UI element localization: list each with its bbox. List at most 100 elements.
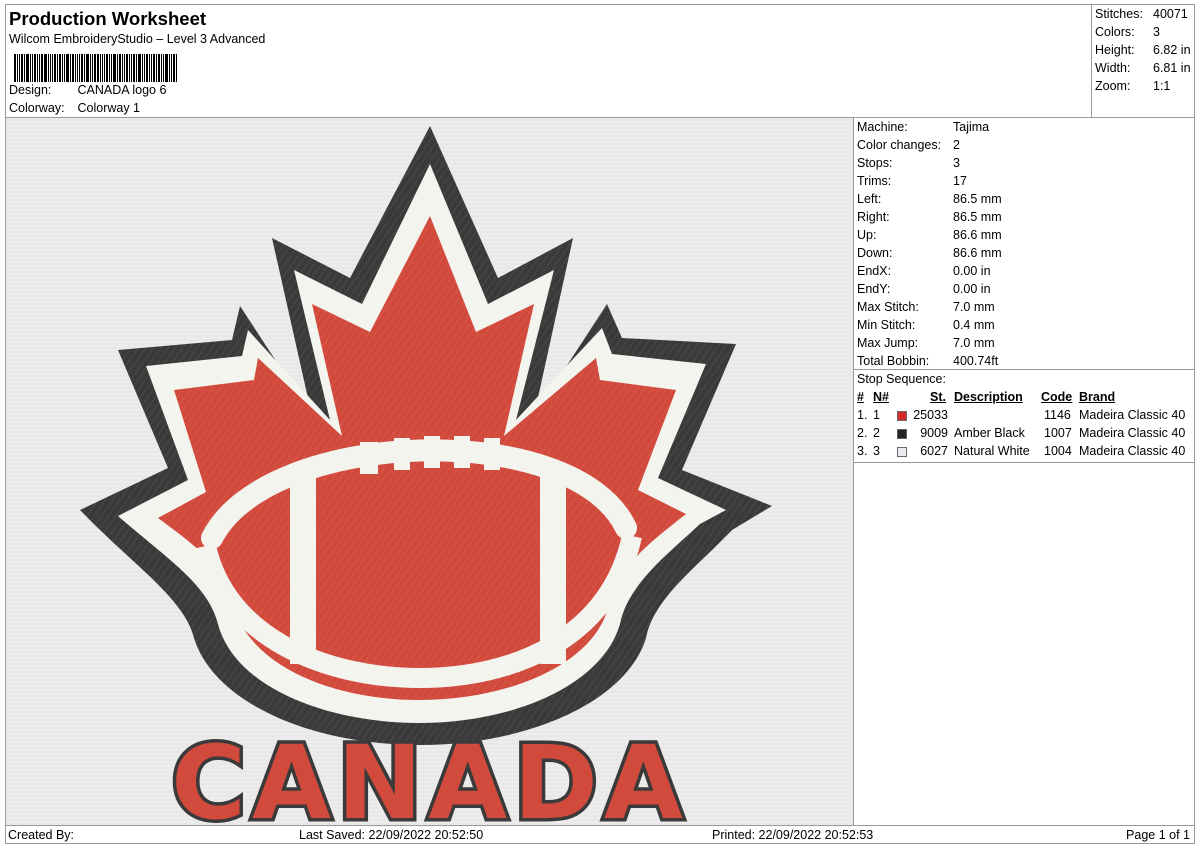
summary-value: 6.82 in — [1153, 43, 1191, 57]
detail-label: Up: — [857, 228, 877, 242]
barcode-bar — [163, 54, 164, 82]
barcode-bar — [21, 54, 23, 82]
detail-label: Min Stitch: — [857, 318, 916, 332]
design-row: Design: CANADA logo 6 — [9, 83, 166, 97]
barcode-bar — [50, 54, 51, 82]
col-description-header: Description — [954, 390, 1023, 404]
summary-label: Stitches: — [1095, 7, 1143, 21]
canada-wordmark: CANADA — [171, 724, 689, 826]
barcode-bar — [17, 54, 18, 82]
detail-value: 0.00 in — [953, 264, 991, 278]
col-code-header: Code — [1041, 390, 1073, 404]
detail-row: Down: 86.6 mm — [857, 246, 1002, 260]
detail-value: 2 — [953, 138, 960, 152]
barcode-bar — [165, 54, 168, 82]
details-panel: Machine: Tajima Color changes: 2 Stops: 3 Trim… — [853, 117, 1195, 826]
detail-row: Stops: 3 — [857, 156, 960, 170]
row-index: 1. — [857, 408, 868, 422]
summary-row: Width: 6.81 in — [1095, 61, 1191, 75]
summary-label: Colors: — [1095, 25, 1135, 39]
barcode-bar — [57, 54, 58, 82]
embroidery-design-image: CANADA — [6, 118, 853, 826]
divider — [854, 462, 1194, 463]
barcode-bar — [161, 54, 162, 82]
barcode-bar — [37, 54, 38, 82]
barcode-bar — [84, 54, 85, 82]
summary-value: 6.81 in — [1153, 61, 1191, 75]
barcode-bar — [144, 54, 145, 82]
barcode-bar — [39, 54, 40, 82]
detail-value: 0.4 mm — [953, 318, 995, 332]
needle-number: 2 — [873, 426, 880, 440]
thread-code: 1146 — [1044, 408, 1071, 422]
barcode-bar — [156, 54, 157, 82]
col-idx-header: # — [857, 390, 864, 404]
barcode-bar — [138, 54, 141, 82]
detail-label: Color changes: — [857, 138, 942, 152]
color-swatch — [897, 447, 907, 457]
detail-label: EndX: — [857, 264, 892, 278]
barcode-bar — [113, 54, 116, 82]
detail-row: Max Jump: 7.0 mm — [857, 336, 995, 350]
barcode-bar — [14, 54, 16, 82]
detail-row: Max Stitch: 7.0 mm — [857, 300, 995, 314]
col-brand-header: Brand — [1079, 390, 1116, 404]
colorway-row: Colorway: Colorway 1 — [9, 101, 140, 115]
detail-value: 0.00 in — [953, 282, 991, 296]
detail-row: Trims: 17 — [857, 174, 967, 188]
colorway-value: Colorway 1 — [77, 101, 141, 115]
barcode-bar — [122, 54, 123, 82]
barcode-bar — [142, 54, 143, 82]
football-lace — [360, 442, 378, 474]
barcode-bar — [131, 54, 132, 82]
detail-label: Down: — [857, 246, 893, 260]
design-label: Design: — [9, 83, 52, 97]
barcode-bar — [52, 54, 53, 82]
col-n-header: N# — [873, 390, 889, 404]
design-value: CANADA logo 6 — [77, 83, 167, 97]
thread-description: Natural White — [954, 444, 1030, 458]
barcode-bar — [44, 54, 47, 82]
color-swatch — [897, 429, 907, 439]
barcode-bar — [119, 54, 121, 82]
stitch-count: 9009 — [920, 426, 948, 440]
barcode-bar — [158, 54, 160, 82]
thread-code: 1004 — [1044, 444, 1072, 458]
football-lace — [394, 438, 410, 470]
barcode-bar — [59, 54, 61, 82]
detail-row: Left: 86.5 mm — [857, 192, 1002, 206]
design-preview: CANADA — [5, 117, 854, 826]
detail-row: Up: 86.6 mm — [857, 228, 1002, 242]
detail-value: Tajima — [953, 120, 990, 134]
barcode-bar — [100, 54, 101, 82]
detail-value: 86.5 mm — [953, 210, 1002, 224]
detail-row: Machine: Tajima — [857, 120, 989, 134]
barcode-bar — [72, 54, 74, 82]
barcode-bar — [109, 54, 110, 82]
stitch-count: 6027 — [920, 444, 948, 458]
worksheet-footer: Created By: Last Saved: 22/09/2022 20:52… — [5, 825, 1195, 844]
detail-row: Color changes: 2 — [857, 138, 960, 152]
barcode-bar — [64, 54, 65, 82]
football-lace — [484, 438, 500, 470]
summary-value: 40071 — [1153, 7, 1188, 21]
barcode-bar — [19, 54, 20, 82]
barcode-bar — [92, 54, 93, 82]
summary-row: Height: 6.82 in — [1095, 43, 1191, 57]
worksheet-header: Production Worksheet Wilcom EmbroiderySt… — [5, 4, 1092, 118]
detail-row: EndX: 0.00 in — [857, 264, 991, 278]
summary-label: Width: — [1095, 61, 1131, 75]
football-stripe-right — [540, 474, 566, 664]
barcode-bar — [24, 54, 25, 82]
thread-brand: Madeira Classic 40 — [1079, 444, 1186, 458]
barcode-bar — [117, 54, 118, 82]
barcode-bar — [66, 54, 69, 82]
barcode-bar — [146, 54, 148, 82]
detail-label: Stops: — [857, 156, 893, 170]
detail-row: Total Bobbin: 400.74ft — [857, 354, 998, 368]
barcode-bar — [129, 54, 130, 82]
barcode-bar — [106, 54, 108, 82]
stop-sequence-header: # N# St. Description Code Brand — [854, 390, 1194, 408]
divider — [854, 369, 1194, 370]
summary-value: 1:1 — [1153, 79, 1171, 93]
